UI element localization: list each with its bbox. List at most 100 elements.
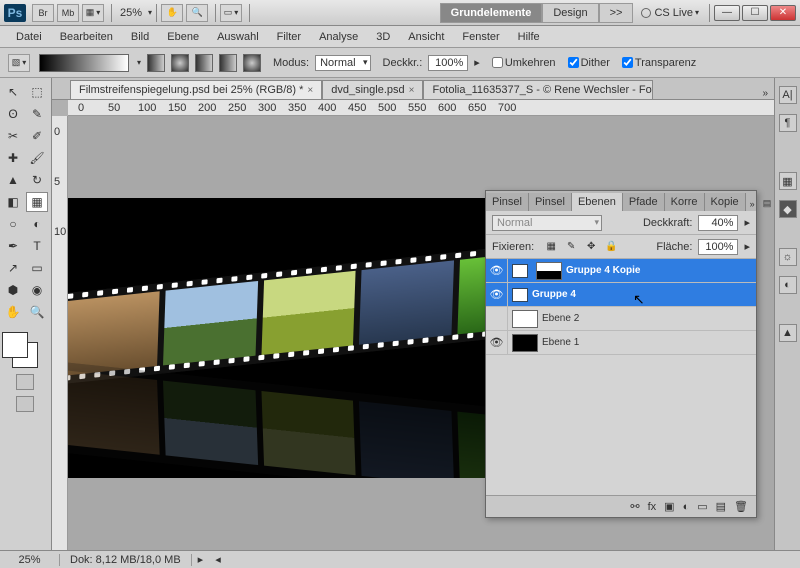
- maximize-button[interactable]: ☐: [742, 5, 768, 21]
- paragraph-panel-icon[interactable]: ¶: [779, 114, 797, 132]
- status-menu-icon[interactable]: ▸: [192, 553, 210, 566]
- 3d-tool[interactable]: ⬢: [2, 280, 24, 300]
- layer-opacity-input[interactable]: 40%: [698, 215, 738, 231]
- styles-panel-icon[interactable]: ◐: [779, 276, 797, 294]
- doc-tab-2[interactable]: Fotolia_11635377_S - © Rene Wechsler - F…: [423, 80, 653, 99]
- layer-blend-select[interactable]: Normal: [492, 215, 602, 231]
- layer-row[interactable]: 👁 Gruppe 4 Kopie: [486, 259, 756, 283]
- type-tool[interactable]: T: [26, 236, 48, 256]
- layer-row[interactable]: 👁 Ebene 1: [486, 331, 756, 355]
- opacity-input[interactable]: 100%: [428, 55, 468, 71]
- layer-name[interactable]: Ebene 1: [542, 337, 579, 348]
- layer-row[interactable]: Ebene 2: [486, 307, 756, 331]
- visibility-icon[interactable]: 👁: [486, 259, 508, 282]
- gradient-picker[interactable]: [39, 54, 129, 72]
- menu-ebene[interactable]: Ebene: [159, 29, 207, 45]
- layer-fx-icon[interactable]: fx: [648, 501, 657, 513]
- blur-tool[interactable]: ○: [2, 214, 24, 234]
- swatches-panel-icon[interactable]: ▦: [779, 172, 797, 190]
- status-zoom[interactable]: 25%: [0, 554, 60, 566]
- pen-tool[interactable]: ✒: [2, 236, 24, 256]
- 3d-camera-tool[interactable]: ◉: [26, 280, 48, 300]
- tab-pinsel[interactable]: Pinsel: [486, 193, 529, 211]
- minimize-button[interactable]: —: [714, 5, 740, 21]
- lock-paint-icon[interactable]: ✎: [564, 240, 578, 254]
- color-swatches[interactable]: [2, 332, 48, 368]
- visibility-icon[interactable]: [486, 307, 508, 330]
- tab-overflow[interactable]: »: [762, 88, 768, 99]
- gradient-radial[interactable]: [171, 54, 189, 72]
- screenmode-button[interactable]: [16, 396, 34, 412]
- reverse-checkbox[interactable]: Umkehren: [492, 57, 556, 69]
- menu-filter[interactable]: Filter: [269, 29, 309, 45]
- tab-korrekturen[interactable]: Korre: [665, 193, 705, 211]
- view-extras-button[interactable]: ▦▾: [82, 4, 104, 22]
- menu-3d[interactable]: 3D: [368, 29, 398, 45]
- marquee-tool[interactable]: ⬚: [26, 82, 48, 102]
- doc-tab-1[interactable]: dvd_single.psd×: [322, 80, 423, 99]
- blend-mode-select[interactable]: Normal: [315, 55, 370, 71]
- panel-menu-icon[interactable]: ▤: [759, 196, 776, 211]
- adjustment-layer-icon[interactable]: ◐: [683, 501, 690, 513]
- layer-name[interactable]: Ebene 2: [542, 313, 579, 324]
- menu-auswahl[interactable]: Auswahl: [209, 29, 267, 45]
- gradient-diamond[interactable]: [243, 54, 261, 72]
- history-brush-tool[interactable]: ↻: [26, 170, 48, 190]
- visibility-icon[interactable]: 👁: [486, 283, 508, 306]
- stamp-panel-icon[interactable]: ▲: [779, 324, 797, 342]
- doc-tab-0[interactable]: Filmstreifenspiegelung.psd bei 25% (RGB/…: [70, 80, 322, 99]
- layer-row[interactable]: 👁 Gruppe 4: [486, 283, 756, 307]
- stamp-tool[interactable]: ▲: [2, 170, 24, 190]
- zoom-tool-shortcut[interactable]: 🔍: [186, 4, 208, 22]
- eraser-tool[interactable]: ◧: [2, 192, 24, 212]
- shape-tool[interactable]: ▭: [26, 258, 48, 278]
- minibridge-button[interactable]: Mb: [57, 4, 79, 22]
- new-group-icon[interactable]: ▭: [697, 500, 707, 513]
- hand-tool-shortcut[interactable]: ✋: [161, 4, 183, 22]
- lock-transparency-icon[interactable]: ▦: [544, 240, 558, 254]
- zoom-tool[interactable]: 🔍: [26, 302, 48, 322]
- zoom-level[interactable]: 25%: [120, 7, 142, 19]
- scroll-left-icon[interactable]: ◂: [209, 553, 227, 566]
- gradient-linear[interactable]: [147, 54, 165, 72]
- eyedropper-tool[interactable]: ✐: [26, 126, 48, 146]
- hand-tool[interactable]: ✋: [2, 302, 24, 322]
- delete-layer-icon[interactable]: 🗑: [734, 500, 748, 513]
- menu-analyse[interactable]: Analyse: [311, 29, 366, 45]
- mask-thumb[interactable]: [536, 262, 562, 280]
- panel-overflow[interactable]: »: [746, 197, 759, 211]
- tab-kopie[interactable]: Kopie: [705, 193, 746, 211]
- crop-tool[interactable]: ✂: [2, 126, 24, 146]
- dodge-tool[interactable]: ◐: [26, 214, 48, 234]
- cslive-button[interactable]: CS Live▾: [641, 7, 699, 19]
- layer-mask-icon[interactable]: ▣: [664, 500, 674, 513]
- menu-datei[interactable]: Datei: [8, 29, 50, 45]
- menu-ansicht[interactable]: Ansicht: [400, 29, 452, 45]
- dither-checkbox[interactable]: Dither: [568, 57, 610, 69]
- workspace-grundelemente[interactable]: Grundelemente: [440, 3, 543, 23]
- transparency-checkbox[interactable]: Transparenz: [622, 57, 696, 69]
- workspace-design[interactable]: Design: [542, 3, 598, 23]
- layer-name[interactable]: Gruppe 4: [532, 289, 576, 300]
- close-icon[interactable]: ×: [307, 85, 313, 96]
- move-tool[interactable]: ↖: [2, 82, 24, 102]
- quickmask-button[interactable]: [16, 374, 34, 390]
- lock-all-icon[interactable]: 🔒: [604, 240, 618, 254]
- status-docsize[interactable]: Dok: 8,12 MB/18,0 MB: [60, 554, 192, 566]
- gradient-angle[interactable]: [195, 54, 213, 72]
- close-icon[interactable]: ×: [409, 85, 415, 96]
- workspace-more[interactable]: >>: [599, 3, 634, 23]
- tab-pinsel2[interactable]: Pinsel: [529, 193, 572, 211]
- link-layers-icon[interactable]: ⚯: [630, 500, 639, 513]
- close-button[interactable]: ✕: [770, 5, 796, 21]
- path-select-tool[interactable]: ↗: [2, 258, 24, 278]
- gradient-tool[interactable]: ▦: [26, 192, 48, 212]
- bridge-button[interactable]: Br: [32, 4, 54, 22]
- healing-tool[interactable]: ✚: [2, 148, 24, 168]
- character-panel-icon[interactable]: A|: [779, 86, 797, 104]
- adjustments-panel-icon[interactable]: ☼: [779, 248, 797, 266]
- gradient-reflected[interactable]: [219, 54, 237, 72]
- layer-name[interactable]: Gruppe 4 Kopie: [566, 265, 640, 276]
- brush-tool[interactable]: 🖌: [26, 148, 48, 168]
- tab-ebenen[interactable]: Ebenen: [572, 193, 623, 211]
